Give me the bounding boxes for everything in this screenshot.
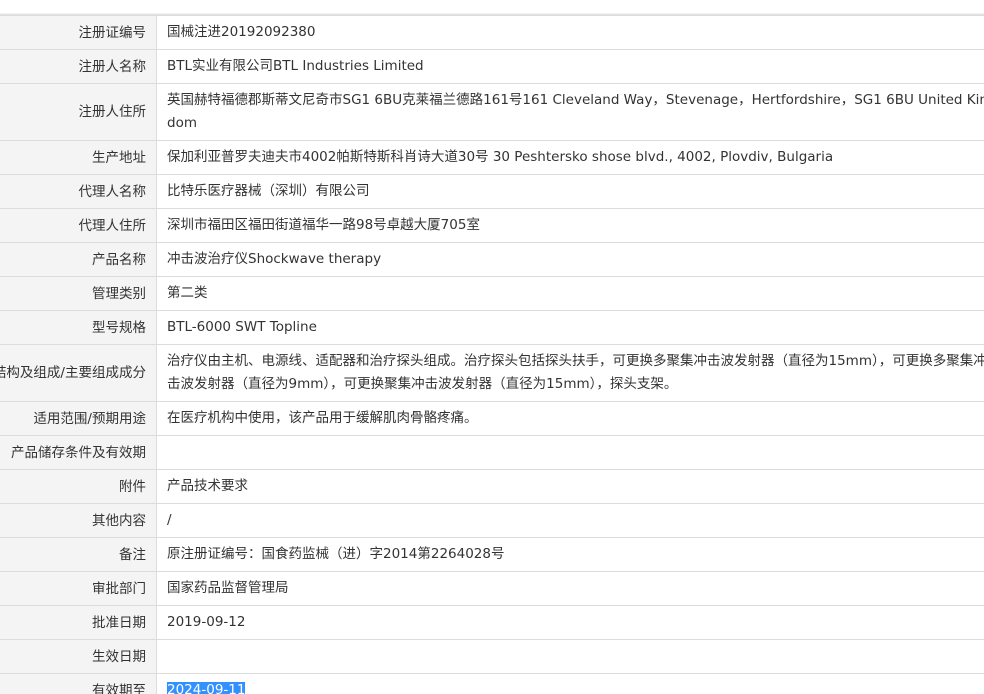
table-row: 代理人名称 比特乐医疗器械（深圳）有限公司	[0, 174, 984, 209]
field-label: 生产地址	[0, 140, 157, 175]
field-label: 批准日期	[0, 605, 157, 640]
field-value: 第二类	[156, 276, 984, 311]
field-value: 保加利亚普罗夫迪夫市4002帕斯特斯科肖诗大道30号 30 Peshtersko…	[156, 140, 984, 175]
selected-text[interactable]: 2024-09-11	[167, 682, 246, 694]
table-row: 备注 原注册证编号：国食药监械（进）字2014第2264028号	[0, 537, 984, 572]
table-row: 管理类别 第二类	[0, 276, 984, 311]
field-value: 比特乐医疗器械（深圳）有限公司	[156, 174, 984, 209]
field-value: 2019-09-12	[156, 605, 984, 640]
field-value: 产品技术要求	[156, 469, 984, 504]
table-row: 型号规格 BTL-6000 SWT Topline	[0, 310, 984, 345]
field-label: 管理类别	[0, 276, 157, 311]
field-value: BTL-6000 SWT Topline	[156, 310, 984, 345]
field-value[interactable]: 2024-09-11	[156, 673, 984, 694]
top-edge	[0, 0, 984, 15]
field-label: 注册人名称	[0, 49, 157, 84]
registration-detail-table: 注册证编号 国械注进20192092380 注册人名称 BTL实业有限公司BTL…	[0, 15, 984, 694]
field-value: 英国赫特福德郡斯蒂文尼奇市SG1 6BU克莱福兰德路161号161 Clevel…	[156, 83, 984, 141]
field-label: 有效期至	[0, 673, 157, 694]
table-row: 适用范围/预期用途 在医疗机构中使用，该产品用于缓解肌肉骨骼疼痛。	[0, 401, 984, 436]
field-value: 国械注进20192092380	[156, 15, 984, 50]
field-label: 生效日期	[0, 639, 157, 674]
field-label: 备注	[0, 537, 157, 572]
field-label: 适用范围/预期用途	[0, 401, 157, 436]
field-value: 在医疗机构中使用，该产品用于缓解肌肉骨骼疼痛。	[156, 401, 984, 436]
field-value: 冲击波治疗仪Shockwave therapy	[156, 242, 984, 277]
field-label: 结构及组成/主要组成成分	[0, 344, 157, 402]
table-row: 审批部门 国家药品监督管理局	[0, 571, 984, 606]
table-row: 结构及组成/主要组成成分 治疗仪由主机、电源线、适配器和治疗探头组成。治疗探头包…	[0, 344, 984, 402]
field-label: 注册人住所	[0, 83, 157, 141]
field-value	[156, 639, 984, 674]
field-label: 产品储存条件及有效期	[0, 435, 157, 470]
field-label: 代理人住所	[0, 208, 157, 243]
field-value: 治疗仪由主机、电源线、适配器和治疗探头组成。治疗探头包括探头扶手，可更换多聚集冲…	[156, 344, 984, 402]
table-row: 生效日期	[0, 639, 984, 674]
field-value	[156, 435, 984, 470]
field-value: 国家药品监督管理局	[156, 571, 984, 606]
field-value: 深圳市福田区福田街道福华一路98号卓越大厦705室	[156, 208, 984, 243]
field-label: 附件	[0, 469, 157, 504]
field-label: 注册证编号	[0, 15, 157, 50]
table-row: 产品名称 冲击波治疗仪Shockwave therapy	[0, 242, 984, 277]
field-label: 产品名称	[0, 242, 157, 277]
table-row: 产品储存条件及有效期	[0, 435, 984, 470]
table-row: 注册人名称 BTL实业有限公司BTL Industries Limited	[0, 49, 984, 84]
table-row: 注册证编号 国械注进20192092380	[0, 15, 984, 50]
table-row: 其他内容 /	[0, 503, 984, 538]
table-row: 代理人住所 深圳市福田区福田街道福华一路98号卓越大厦705室	[0, 208, 984, 243]
table-row: 生产地址 保加利亚普罗夫迪夫市4002帕斯特斯科肖诗大道30号 30 Pesht…	[0, 140, 984, 175]
field-value: BTL实业有限公司BTL Industries Limited	[156, 49, 984, 84]
field-label: 型号规格	[0, 310, 157, 345]
field-value: /	[156, 503, 984, 538]
field-label: 代理人名称	[0, 174, 157, 209]
table-row: 注册人住所 英国赫特福德郡斯蒂文尼奇市SG1 6BU克莱福兰德路161号161 …	[0, 83, 984, 141]
table-row: 批准日期 2019-09-12	[0, 605, 984, 640]
table-row: 附件 产品技术要求	[0, 469, 984, 504]
field-label: 审批部门	[0, 571, 157, 606]
field-value: 原注册证编号：国食药监械（进）字2014第2264028号	[156, 537, 984, 572]
field-label: 其他内容	[0, 503, 157, 538]
table-row: 有效期至 2024-09-11	[0, 673, 984, 694]
